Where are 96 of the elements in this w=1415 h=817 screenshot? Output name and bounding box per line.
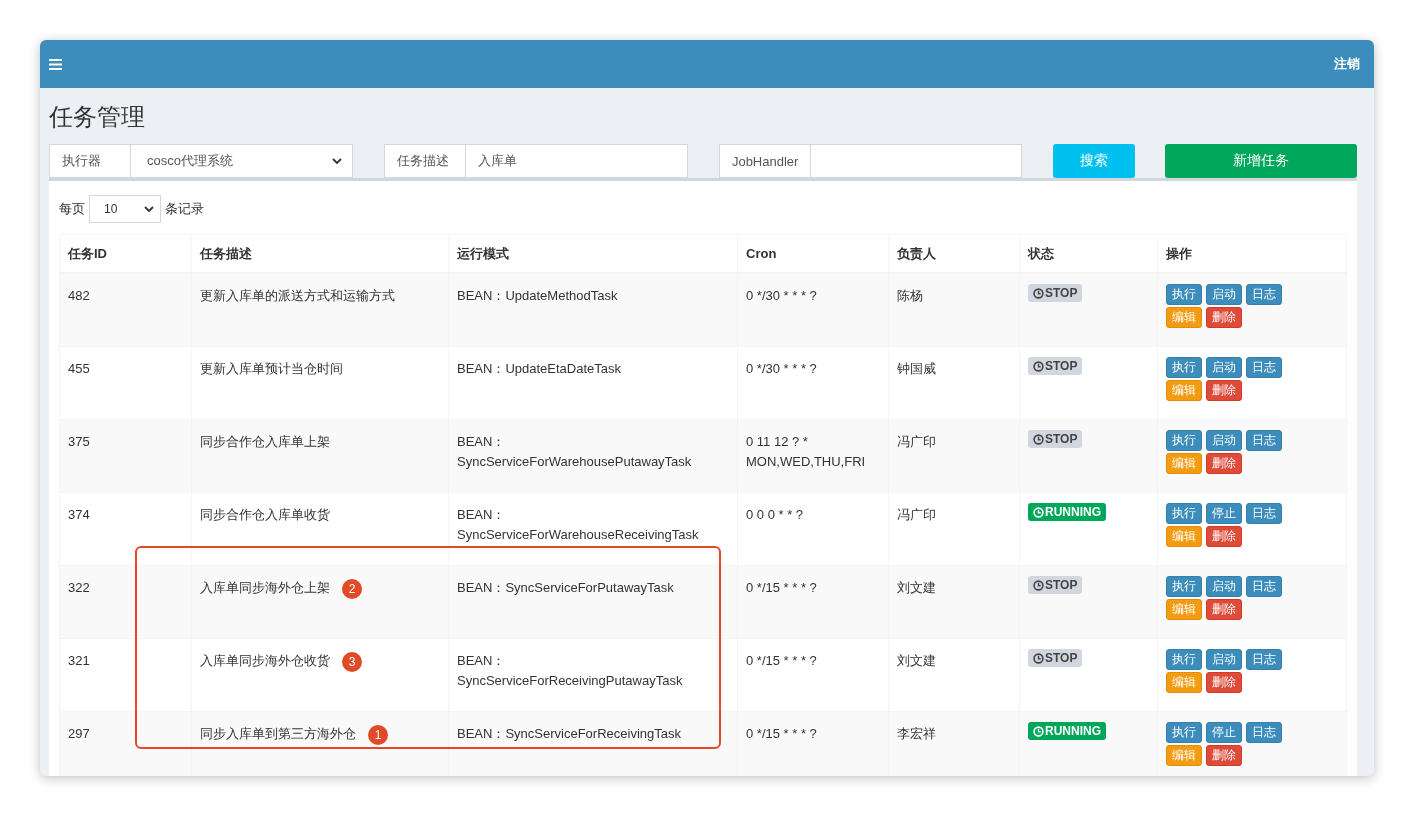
status-text: RUNNING [1045,723,1101,739]
table-cell: 更新入库单的派送方式和运输方式 [200,288,395,303]
action-button[interactable]: 编辑 [1166,453,1202,474]
logout-link[interactable]: 注销 [1334,55,1360,73]
action-button[interactable]: 日志 [1246,722,1282,743]
table-cell: 刘文建 [888,565,1020,639]
table-cell: 入库单同步海外仓上架 [200,580,330,595]
action-button[interactable]: 日志 [1246,357,1282,378]
clock-icon [1033,579,1044,591]
table-cell: 0 */15 * * * ? [737,711,889,776]
table-cell: BEAN：SyncServiceForWarehouseReceivingTask [448,492,738,566]
action-button[interactable]: 执行 [1166,284,1202,305]
table-cell: BEAN：SyncServiceForWarehousePutawayTask [448,419,738,493]
table-cell: 同步入库单到第三方海外仓 [200,726,356,741]
action-button[interactable]: 删除 [1206,526,1242,547]
status-text: STOP [1045,577,1078,593]
action-button[interactable]: 编辑 [1166,380,1202,401]
annotation-number: 1 [368,724,388,745]
status-text: STOP [1045,431,1078,447]
action-button[interactable]: 编辑 [1166,672,1202,693]
table-cell: 321 [59,638,192,712]
action-button[interactable]: 日志 [1246,430,1282,451]
table-cell: 322 [59,565,192,639]
clock-icon [1033,287,1044,299]
action-button[interactable]: 删除 [1206,672,1242,693]
action-button[interactable]: 日志 [1246,503,1282,524]
table-cell: 同步合作仓入库单上架 [200,434,330,449]
action-button[interactable]: 执行 [1166,357,1202,378]
table-cell: BEAN：UpdateMethodTask [448,273,738,347]
page-size-label: 每页 [59,200,85,218]
page-title: 任务管理 [49,102,146,132]
action-button[interactable]: 启动 [1206,649,1242,670]
page-size-select[interactable]: 10 [89,195,161,223]
caret-icon [144,206,154,212]
action-button[interactable]: 删除 [1206,745,1242,766]
table-cell: 0 */30 * * * ? [737,273,889,347]
action-button[interactable]: 日志 [1246,284,1282,305]
action-button[interactable]: 执行 [1166,649,1202,670]
table-cell: 0 11 12 ? * MON,WED,THU,FRI [737,419,889,493]
table-cell: 钟国威 [888,346,1020,420]
status-text: STOP [1045,650,1078,666]
action-button[interactable]: 编辑 [1166,599,1202,620]
records-label: 条记录 [165,200,204,218]
table-cell: 482 [59,273,192,347]
action-button[interactable]: 停止 [1206,503,1242,524]
action-button[interactable]: 日志 [1246,576,1282,597]
table-cell: 冯广印 [888,419,1020,493]
clock-icon [1033,725,1044,737]
action-button[interactable]: 启动 [1206,576,1242,597]
search-button[interactable]: 搜索 [1052,144,1135,178]
table-cell: 刘文建 [888,638,1020,712]
table-cell: 入库单同步海外仓收货 [200,653,330,668]
clock-icon [1033,360,1044,372]
table-cell: 0 */15 * * * ? [737,638,889,712]
table-cell: 更新入库单预计当仓时间 [200,361,343,376]
action-button[interactable]: 执行 [1166,430,1202,451]
table-cell: 李宏祥 [888,711,1020,776]
action-button[interactable]: 执行 [1166,722,1202,743]
action-button[interactable]: 日志 [1246,649,1282,670]
table-cell: BEAN：SyncServiceForReceivingPutawayTask [448,638,738,712]
action-button[interactable]: 编辑 [1166,745,1202,766]
action-button[interactable]: 删除 [1206,599,1242,620]
table-cell: 0 */30 * * * ? [737,346,889,420]
action-button[interactable]: 启动 [1206,430,1242,451]
clock-icon [1033,652,1044,664]
action-button[interactable]: 删除 [1206,380,1242,401]
action-button[interactable]: 启动 [1206,284,1242,305]
status-text: STOP [1045,285,1078,301]
table-cell: 0 0 0 * * ? [737,492,889,566]
action-button[interactable]: 编辑 [1166,307,1202,328]
annotation-number: 3 [342,651,362,672]
table-cell: 297 [59,711,192,776]
action-button[interactable]: 编辑 [1166,526,1202,547]
table-cell: 同步合作仓入库单收货 [200,507,330,522]
clock-icon [1033,433,1044,445]
table-cell: 陈杨 [888,273,1020,347]
table-cell: BEAN：UpdateEtaDateTask [448,346,738,420]
status-text: STOP [1045,358,1078,374]
table-cell: BEAN：SyncServiceForReceivingTask [448,711,738,776]
annotation-number: 2 [342,578,362,599]
action-button[interactable]: 执行 [1166,503,1202,524]
table-cell: 冯广印 [888,492,1020,566]
action-button[interactable]: 删除 [1206,453,1242,474]
table-cell: 375 [59,419,192,493]
table-cell: BEAN：SyncServiceForPutawayTask [448,565,738,639]
action-button[interactable]: 删除 [1206,307,1242,328]
action-button[interactable]: 执行 [1166,576,1202,597]
clock-icon [1033,506,1044,518]
status-text: RUNNING [1045,504,1101,520]
table-cell: 374 [59,492,192,566]
action-button[interactable]: 启动 [1206,357,1242,378]
action-button[interactable]: 停止 [1206,722,1242,743]
menu-icon[interactable] [49,58,62,70]
table-cell: 0 */15 * * * ? [737,565,889,639]
table-cell: 455 [59,346,192,420]
add-task-button[interactable]: 新增任务 [1164,144,1357,178]
